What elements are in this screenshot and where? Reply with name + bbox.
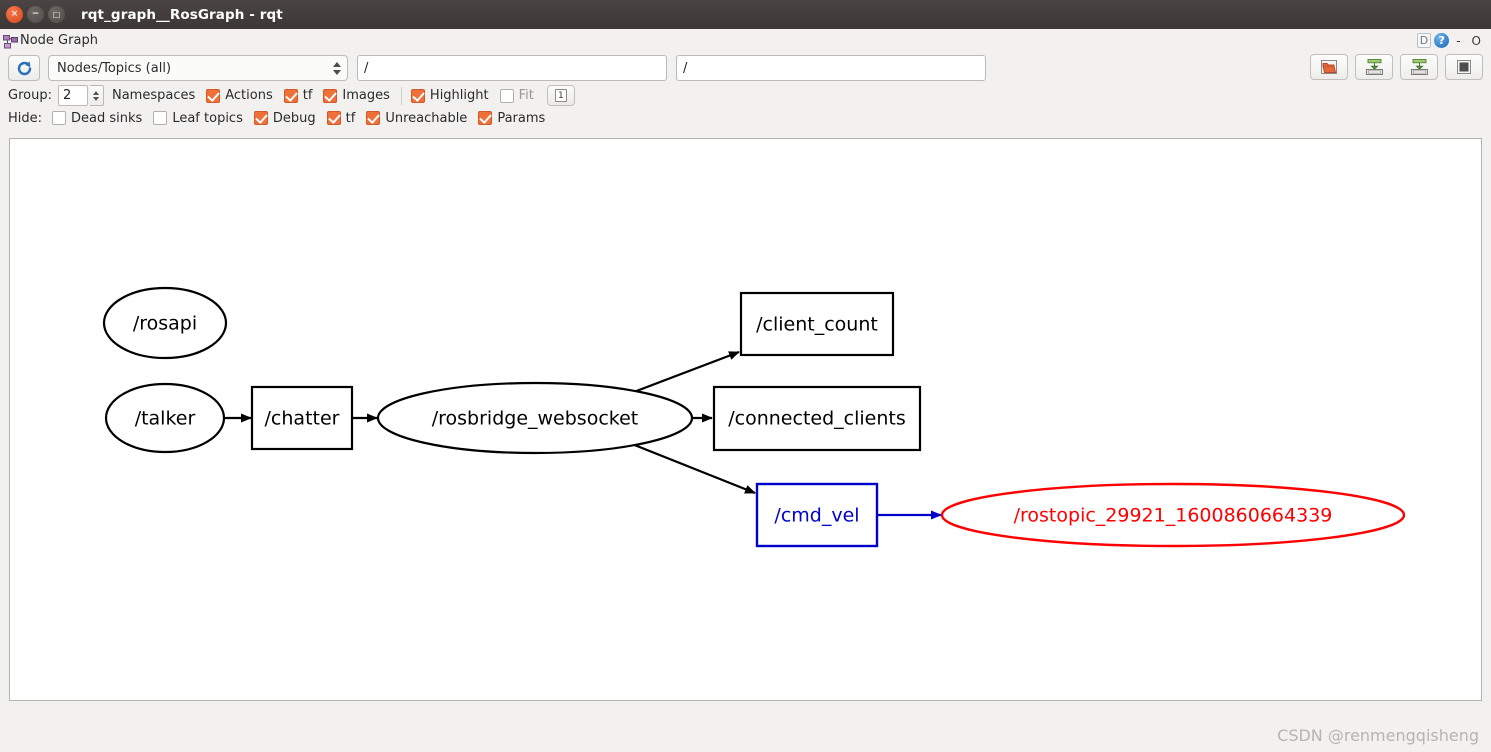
checkbox-tf-group-box[interactable] [284, 89, 298, 103]
select-spinner-icon [331, 62, 343, 75]
node-rosapi-label: /rosapi [133, 313, 197, 335]
checkbox-params-box[interactable] [478, 111, 492, 125]
checkbox-tf-group[interactable]: tf [284, 88, 313, 103]
node-rosapi[interactable]: /rosapi [104, 288, 226, 358]
refresh-icon [16, 60, 33, 77]
panel-minimize-button[interactable]: - [1452, 34, 1464, 48]
checkbox-actions-label: Actions [225, 88, 273, 103]
window-close-button[interactable]: × [6, 6, 23, 23]
ros-node-graph[interactable]: /rosapi /talker /chatter /rosbridge_webs… [10, 139, 1481, 700]
screenshot-button[interactable] [1445, 54, 1483, 80]
checkbox-fit-label: Fit [519, 88, 534, 103]
checkbox-fit-box[interactable] [500, 89, 514, 103]
panel-title: Node Graph [20, 33, 98, 48]
checkbox-leaf-topics[interactable]: Leaf topics [153, 111, 243, 126]
hide-label: Hide: [8, 111, 42, 126]
footer: CSDN @renmengqisheng [0, 722, 1491, 752]
toolbar-row-group: Group: 2 Namespaces Actions tf Images Hi… [8, 82, 1483, 106]
checkbox-unreachable-label: Unreachable [385, 111, 467, 126]
node-connected-clients-label: /connected_clients [728, 408, 905, 430]
node-client-count-label: /client_count [756, 314, 878, 336]
save-image-icon [1409, 58, 1430, 76]
toolbar-row-filters: Nodes/Topics (all) [8, 52, 1483, 82]
graph-type-value: Nodes/Topics (all) [57, 61, 171, 76]
screenshot-icon [1454, 58, 1474, 76]
checkbox-images[interactable]: Images [323, 88, 390, 103]
node-talker-label: /talker [135, 408, 196, 430]
graph-type-select[interactable]: Nodes/Topics (all) [48, 55, 348, 81]
fit-in-view-button[interactable]: 1 [547, 85, 575, 106]
node-chatter-label: /chatter [265, 408, 340, 430]
group-count-stepper[interactable] [90, 85, 104, 106]
checkbox-tf-hide-box[interactable] [327, 111, 341, 125]
node-chatter[interactable]: /chatter [252, 387, 352, 449]
checkbox-fit[interactable]: Fit [500, 88, 534, 103]
checkbox-tf-hide[interactable]: tf [327, 111, 356, 126]
checkbox-tf-hide-label: tf [346, 111, 356, 126]
node-rosbridge-websocket[interactable]: /rosbridge_websocket [378, 383, 692, 453]
checkbox-namespaces[interactable]: Namespaces [112, 88, 195, 103]
watermark: CSDN @renmengqisheng [1277, 726, 1479, 745]
node-rostopic[interactable]: /rostopic_29921_1600860664339 [942, 484, 1404, 546]
topic-filter-input[interactable] [357, 55, 667, 81]
checkbox-leaf-topics-label: Leaf topics [172, 111, 243, 126]
maximize-icon: □ [53, 11, 61, 19]
node-graph-panel-header: Node Graph D ? - O [0, 29, 1491, 52]
save-dot-icon [1364, 58, 1385, 76]
node-rostopic-label: /rostopic_29921_1600860664339 [1014, 505, 1333, 527]
checkbox-params[interactable]: Params [478, 111, 545, 126]
node-connected-clients[interactable]: /connected_clients [714, 387, 920, 450]
toolbar: Nodes/Topics (all) [0, 52, 1491, 130]
minimize-icon: − [32, 10, 40, 19]
checkbox-images-box[interactable] [323, 89, 337, 103]
dock-button[interactable]: D [1417, 33, 1431, 48]
checkbox-dead-sinks[interactable]: Dead sinks [52, 111, 142, 126]
window-titlebar: × − □ rqt_graph__RosGraph - rqt [0, 0, 1491, 29]
checkbox-highlight-label: Highlight [430, 88, 489, 103]
checkbox-unreachable-box[interactable] [366, 111, 380, 125]
save-dot-button[interactable] [1355, 54, 1393, 80]
checkbox-dead-sinks-label: Dead sinks [71, 111, 142, 126]
node-cmd-vel-label: /cmd_vel [774, 505, 859, 527]
save-image-button[interactable] [1400, 54, 1438, 80]
checkbox-images-label: Images [342, 88, 390, 103]
checkbox-actions[interactable]: Actions [206, 88, 273, 103]
node-client-count[interactable]: /client_count [741, 293, 893, 355]
node-graph-icon [3, 34, 18, 48]
toolbar-separator [401, 87, 402, 105]
node-rosbridge-websocket-label: /rosbridge_websocket [432, 408, 639, 430]
close-icon: × [11, 10, 19, 19]
checkbox-highlight[interactable]: Highlight [411, 88, 489, 103]
checkbox-leaf-topics-box[interactable] [153, 111, 167, 125]
checkbox-debug[interactable]: Debug [254, 111, 316, 126]
toolbar-row-hide: Hide: Dead sinks Leaf topics Debug tf Un… [8, 106, 1483, 130]
graph-canvas[interactable]: /rosapi /talker /chatter /rosbridge_webs… [9, 138, 1482, 701]
group-label: Group: [8, 88, 52, 103]
load-dot-button[interactable] [1310, 54, 1348, 80]
node-filter-input[interactable] [676, 55, 986, 81]
window-minimize-button[interactable]: − [27, 6, 44, 23]
window-maximize-button[interactable]: □ [48, 6, 65, 23]
checkbox-namespaces-label: Namespaces [112, 88, 195, 103]
checkbox-highlight-box[interactable] [411, 89, 425, 103]
checkbox-unreachable[interactable]: Unreachable [366, 111, 467, 126]
panel-header-controls: D ? - O [1417, 29, 1485, 52]
checkbox-params-label: Params [497, 111, 545, 126]
toolbar-action-buttons [1310, 54, 1483, 80]
checkbox-actions-box[interactable] [206, 89, 220, 103]
checkbox-debug-box[interactable] [254, 111, 268, 125]
folder-icon [1319, 58, 1339, 76]
node-talker[interactable]: /talker [106, 384, 224, 452]
fit-in-view-icon: 1 [555, 89, 567, 102]
node-cmd-vel[interactable]: /cmd_vel [757, 484, 877, 546]
window-title: rqt_graph__RosGraph - rqt [81, 7, 283, 23]
checkbox-dead-sinks-box[interactable] [52, 111, 66, 125]
panel-close-button[interactable]: O [1468, 34, 1485, 48]
checkbox-debug-label: Debug [273, 111, 316, 126]
help-icon[interactable]: ? [1434, 33, 1449, 48]
graph-nodes: /rosapi /talker /chatter /rosbridge_webs… [104, 288, 1404, 546]
checkbox-tf-group-label: tf [303, 88, 313, 103]
refresh-button[interactable] [8, 55, 40, 81]
group-count-input[interactable]: 2 [58, 85, 88, 106]
